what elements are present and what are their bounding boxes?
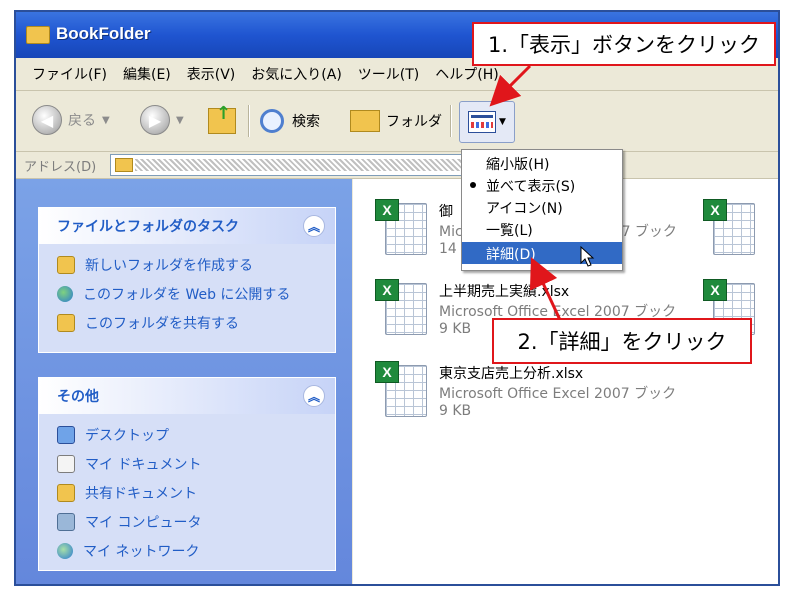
task-pane: ファイルとフォルダのタスク ︽ 新しいフォルダを作成する このフォルダを Web… bbox=[16, 179, 352, 584]
panel-title: その他 bbox=[57, 389, 99, 405]
forward-arrow-icon: ▶ bbox=[140, 105, 170, 135]
collapse-icon[interactable]: ︽ bbox=[303, 385, 325, 407]
menu-favorites[interactable]: お気に入り(A) bbox=[251, 64, 342, 84]
folder-icon bbox=[57, 483, 75, 502]
view-details[interactable]: 詳細(D) bbox=[462, 242, 622, 264]
file-type: Microsoft Office Excel 2007 ブック bbox=[439, 386, 677, 402]
views-dropdown-menu: 縮小版(H) 並べて表示(S) アイコン(N) 一覧(L) 詳細(D) bbox=[461, 149, 623, 271]
address-bar: アドレス(D) bbox=[16, 152, 778, 179]
globe-icon bbox=[57, 285, 73, 302]
file-size: 9 KB bbox=[439, 403, 472, 419]
back-label: 戻る bbox=[68, 113, 96, 129]
view-icons[interactable]: アイコン(N) bbox=[462, 196, 622, 218]
panel-header[interactable]: その他 ︽ bbox=[39, 378, 335, 414]
toolbar-separator bbox=[450, 105, 452, 137]
place-my-documents[interactable]: マイ ドキュメント bbox=[39, 449, 335, 478]
excel-file-icon: X bbox=[375, 361, 427, 417]
menu-view[interactable]: 表示(V) bbox=[187, 64, 236, 84]
explorer-window: BookFolder ファイル(F) 編集(E) 表示(V) お気に入り(A) … bbox=[14, 10, 780, 586]
file-folder-tasks-panel: ファイルとフォルダのタスク ︽ 新しいフォルダを作成する このフォルダを Web… bbox=[38, 207, 336, 353]
new-folder-icon bbox=[57, 255, 75, 274]
file-item[interactable]: X 東京支店売上分析.xlsx Microsoft Office Excel 2… bbox=[375, 361, 676, 419]
documents-icon bbox=[57, 454, 75, 473]
mouse-cursor-icon bbox=[580, 246, 595, 267]
toolbar: ◀ 戻る ▼ ▶ ▼ ↑ 検索 フォルダ ▼ bbox=[16, 91, 778, 152]
collapse-icon[interactable]: ︽ bbox=[303, 215, 325, 237]
menu-file[interactable]: ファイル(F) bbox=[32, 64, 107, 84]
task-share-folder[interactable]: このフォルダを共有する bbox=[39, 308, 335, 337]
menu-tools[interactable]: ツール(T) bbox=[358, 64, 419, 84]
address-label: アドレス(D) bbox=[24, 160, 97, 175]
network-icon bbox=[57, 542, 73, 559]
chevron-down-icon: ▼ bbox=[499, 117, 506, 127]
up-folder-button[interactable]: ↑ bbox=[208, 103, 236, 135]
view-thumbnails[interactable]: 縮小版(H) bbox=[462, 152, 622, 174]
panel-title: ファイルとフォルダのタスク bbox=[57, 219, 239, 235]
view-list[interactable]: 一覧(L) bbox=[462, 218, 622, 240]
address-input[interactable] bbox=[110, 154, 472, 176]
views-button[interactable]: ▼ bbox=[459, 101, 515, 143]
task-label: このフォルダを共有する bbox=[85, 315, 239, 332]
place-label: デスクトップ bbox=[85, 427, 169, 444]
shared-folder-icon bbox=[57, 313, 75, 332]
folders-button[interactable]: フォルダ bbox=[350, 107, 442, 135]
desktop-icon bbox=[57, 425, 75, 444]
task-label: このフォルダを Web に公開する bbox=[83, 286, 291, 303]
selected-bullet-icon bbox=[470, 182, 476, 188]
window-title: BookFolder bbox=[56, 24, 151, 43]
annotation-step1: 1.「表示」ボタンをクリック bbox=[472, 22, 776, 66]
folder-icon bbox=[115, 158, 133, 172]
place-label: マイ ドキュメント bbox=[85, 456, 202, 473]
folder-icon bbox=[26, 26, 50, 44]
chevron-down-icon: ▼ bbox=[176, 114, 184, 126]
panel-header[interactable]: ファイルとフォルダのタスク ︽ bbox=[39, 208, 335, 244]
menu-edit[interactable]: 編集(E) bbox=[123, 64, 171, 84]
place-shared-documents[interactable]: 共有ドキュメント bbox=[39, 478, 335, 507]
folders-label: フォルダ bbox=[386, 114, 442, 130]
back-arrow-icon: ◀ bbox=[32, 105, 62, 135]
excel-file-icon: X bbox=[375, 199, 427, 255]
place-label: マイ コンピュータ bbox=[85, 514, 202, 531]
folders-icon bbox=[350, 110, 380, 132]
task-publish-web[interactable]: このフォルダを Web に公開する bbox=[39, 279, 335, 308]
task-new-folder[interactable]: 新しいフォルダを作成する bbox=[39, 250, 335, 279]
menu-help[interactable]: ヘルプ(H) bbox=[435, 64, 498, 84]
toolbar-separator bbox=[248, 105, 250, 137]
views-icon bbox=[468, 111, 497, 133]
place-label: 共有ドキュメント bbox=[85, 485, 197, 502]
place-my-computer[interactable]: マイ コンピュータ bbox=[39, 507, 335, 536]
up-folder-icon: ↑ bbox=[208, 103, 236, 134]
other-places-panel: その他 ︽ デスクトップ マイ ドキュメント 共有ドキュメント マイ コンピュー… bbox=[38, 377, 336, 571]
back-button[interactable]: ◀ 戻る ▼ bbox=[32, 105, 110, 135]
annotation-step2: 2.「詳細」をクリック bbox=[492, 318, 752, 364]
search-button[interactable]: 検索 bbox=[260, 107, 320, 135]
file-item[interactable]: X bbox=[703, 199, 755, 255]
place-desktop[interactable]: デスクトップ bbox=[39, 420, 335, 449]
view-tiles[interactable]: 並べて表示(S) bbox=[462, 174, 622, 196]
excel-file-icon: X bbox=[703, 199, 755, 255]
task-label: 新しいフォルダを作成する bbox=[85, 257, 253, 274]
forward-button[interactable]: ▶ ▼ bbox=[140, 105, 184, 135]
place-my-network[interactable]: マイ ネットワーク bbox=[39, 536, 335, 565]
search-label: 検索 bbox=[292, 114, 320, 130]
excel-file-icon: X bbox=[375, 279, 427, 335]
search-icon bbox=[260, 109, 284, 133]
computer-icon bbox=[57, 512, 75, 531]
file-name: 東京支店売上分析.xlsx bbox=[439, 366, 584, 382]
place-label: マイ ネットワーク bbox=[83, 543, 200, 560]
chevron-down-icon: ▼ bbox=[102, 114, 110, 126]
file-name: 上半期売上実績.xlsx bbox=[439, 284, 570, 300]
